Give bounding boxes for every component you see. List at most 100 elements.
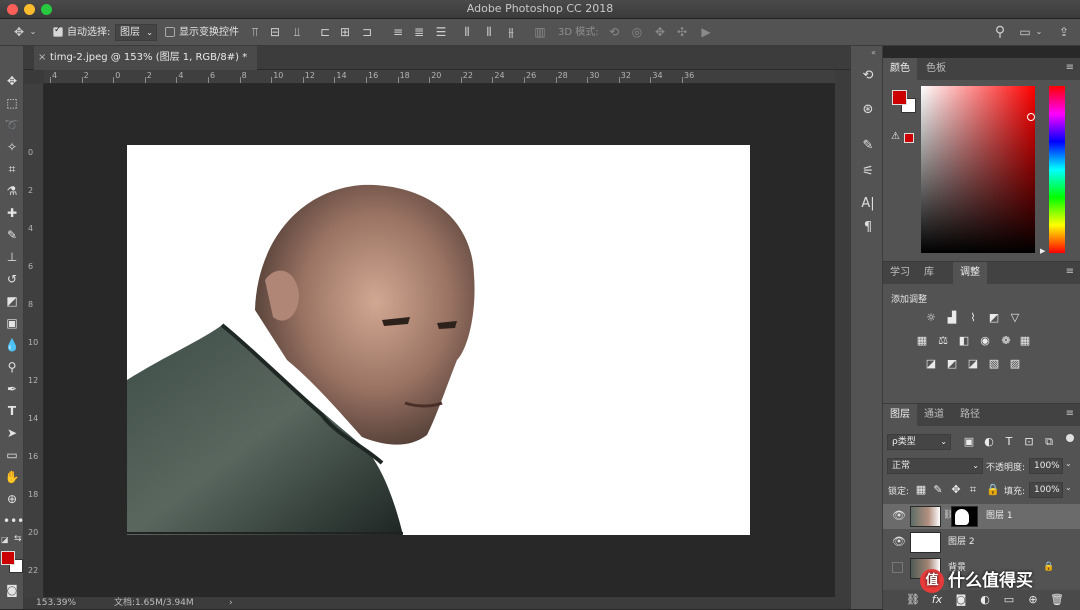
layer-name[interactable]: 图层 2: [948, 530, 975, 555]
auto-align-icon[interactable]: ▥: [531, 23, 549, 41]
healing-brush-tool-icon[interactable]: ✚: [3, 204, 21, 222]
panel-menu-icon[interactable]: ≡: [1066, 62, 1074, 73]
visibility-eye-icon[interactable]: 👁: [892, 509, 906, 522]
more-tools-icon[interactable]: •••: [3, 512, 24, 530]
mask-icon[interactable]: ◙: [953, 593, 969, 607]
move-tool-icon[interactable]: ✥: [3, 72, 21, 90]
eraser-tool-icon[interactable]: ◩: [3, 292, 21, 310]
threshold-icon[interactable]: ◪: [965, 357, 981, 371]
crop-tool-icon[interactable]: ⌗: [3, 160, 21, 178]
invert-icon[interactable]: ◪: [923, 357, 939, 371]
chevron-down-icon[interactable]: ⌄: [1065, 459, 1072, 468]
exposure-icon[interactable]: ◩: [986, 311, 1002, 325]
tab-libraries[interactable]: 库: [917, 262, 941, 284]
magic-wand-tool-icon[interactable]: ✧: [3, 138, 21, 156]
filter-toggle-icon[interactable]: [1066, 434, 1074, 442]
search-icon[interactable]: ⚲: [991, 23, 1009, 41]
character-panel-icon[interactable]: A|: [858, 194, 878, 214]
filter-adjustment-icon[interactable]: ◐: [981, 435, 997, 449]
document-tab[interactable]: × timg-2.jpeg @ 153% (图层 1, RGB/8#) *: [34, 46, 258, 70]
lock-pixels-icon[interactable]: ✎: [930, 483, 946, 497]
link-icon[interactable]: ⛓: [905, 593, 921, 607]
share-icon[interactable]: ⇪: [1055, 23, 1073, 41]
tab-swatches[interactable]: 色板: [919, 58, 953, 80]
distribute-top-icon[interactable]: ≡: [389, 23, 407, 41]
layer-mask-thumbnail[interactable]: [951, 506, 978, 527]
default-colors-icon[interactable]: ◪: [1, 535, 9, 544]
workspace-icon[interactable]: ▭: [1016, 23, 1034, 41]
path-select-tool-icon[interactable]: ➤: [3, 424, 21, 442]
properties-panel-icon[interactable]: ⚟: [858, 162, 878, 182]
clone-stamp-tool-icon[interactable]: ⊥: [3, 248, 21, 266]
levels-icon[interactable]: ▟: [944, 311, 960, 325]
distribute-vcenter-icon[interactable]: ≣: [410, 23, 428, 41]
distribute-right-icon[interactable]: ⫵: [502, 23, 520, 41]
out-of-gamut-warning-icon[interactable]: ⚠: [891, 131, 900, 142]
canvas-area[interactable]: [44, 84, 835, 597]
history-brush-tool-icon[interactable]: ↺: [3, 270, 21, 288]
vibrance-icon[interactable]: ▽: [1007, 311, 1023, 325]
marquee-tool-icon[interactable]: ⬚: [3, 94, 21, 112]
panel-fg-swatch[interactable]: [892, 90, 907, 105]
filter-pixel-icon[interactable]: ▣: [961, 435, 977, 449]
quick-mask-icon[interactable]: ◙: [3, 581, 21, 599]
document-canvas[interactable]: [127, 145, 750, 535]
paragraph-panel-icon[interactable]: ¶: [858, 218, 878, 238]
color-picker-handle[interactable]: [1027, 113, 1035, 121]
type-tool-icon[interactable]: T: [3, 402, 21, 420]
pan-3d-icon[interactable]: ✥: [651, 23, 669, 41]
hue-slider-handle[interactable]: ▶: [1040, 247, 1045, 255]
align-top-icon[interactable]: ⫪: [246, 23, 264, 41]
zoom-level[interactable]: 153.39%: [36, 597, 76, 609]
layer-row[interactable]: 👁 图层 2: [883, 530, 1080, 555]
rectangle-tool-icon[interactable]: ▭: [3, 446, 21, 464]
trash-icon[interactable]: 🗑: [1049, 593, 1065, 607]
lasso-tool-icon[interactable]: ➰: [3, 116, 21, 134]
align-left-icon[interactable]: ⊏: [316, 23, 334, 41]
tab-channels[interactable]: 通道: [917, 404, 951, 426]
fx-icon[interactable]: fx: [929, 593, 945, 607]
align-vcenter-icon[interactable]: ⊟: [266, 23, 284, 41]
filter-shape-icon[interactable]: ⊡: [1021, 435, 1037, 449]
chevron-down-icon[interactable]: ⌄: [28, 23, 38, 41]
close-icon[interactable]: ×: [38, 46, 46, 70]
layer-filter-dropdown[interactable]: ρ类型 ⌄: [887, 434, 951, 450]
slide-3d-icon[interactable]: ✣: [673, 23, 691, 41]
posterize-icon[interactable]: ◩: [944, 357, 960, 371]
orbit-3d-icon[interactable]: ⟲: [605, 23, 623, 41]
dodge-tool-icon[interactable]: ⚲: [3, 358, 21, 376]
huesat-icon[interactable]: ▦: [914, 334, 930, 348]
roll-3d-icon[interactable]: ◎: [628, 23, 646, 41]
selectivecolor-icon[interactable]: ▧: [986, 357, 1002, 371]
lock-all-icon[interactable]: 🔒: [985, 483, 1001, 497]
adjustment-layer-icon[interactable]: ◐: [977, 593, 993, 607]
tab-color[interactable]: 颜色: [883, 58, 917, 80]
group-icon[interactable]: ▭: [1001, 593, 1017, 607]
gamut-color-swatch[interactable]: [904, 133, 914, 143]
visibility-empty-box[interactable]: [892, 562, 903, 573]
swap-colors-icon[interactable]: ⇆: [14, 534, 22, 544]
layer-row[interactable]: 👁 ⛓ 图层 1: [883, 504, 1080, 529]
align-right-icon[interactable]: ⊐: [358, 23, 376, 41]
blur-tool-icon[interactable]: 💧: [3, 336, 21, 354]
auto-select-checkbox[interactable]: [53, 25, 63, 37]
gradient-tool-icon[interactable]: ▣: [3, 314, 21, 332]
brush-tool-icon[interactable]: ✎: [3, 226, 21, 244]
panel-menu-icon[interactable]: ≡: [1066, 266, 1074, 277]
lock-transparency-icon[interactable]: ▦: [913, 483, 929, 497]
bw-icon[interactable]: ◧: [956, 334, 972, 348]
color-field[interactable]: [921, 86, 1035, 253]
tab-layers[interactable]: 图层: [883, 404, 917, 426]
tab-paths[interactable]: 路径: [953, 404, 987, 426]
auto-select-target-dropdown[interactable]: 图层 ⌄: [115, 24, 157, 41]
zoom-tool-icon[interactable]: ⊕: [3, 490, 21, 508]
tab-learn[interactable]: 学习: [883, 262, 917, 284]
history-panel-icon[interactable]: ⟲: [858, 66, 878, 86]
blend-mode-dropdown[interactable]: 正常 ⌄: [887, 458, 983, 474]
hue-slider[interactable]: [1049, 86, 1065, 253]
colorbalance-icon[interactable]: ⚖: [935, 334, 951, 348]
curves-icon[interactable]: ⌇: [965, 311, 981, 325]
foreground-color-swatch[interactable]: [1, 551, 15, 565]
chevron-down-icon[interactable]: ⌄: [1065, 483, 1072, 492]
lookup-icon[interactable]: ▦: [1017, 334, 1033, 348]
